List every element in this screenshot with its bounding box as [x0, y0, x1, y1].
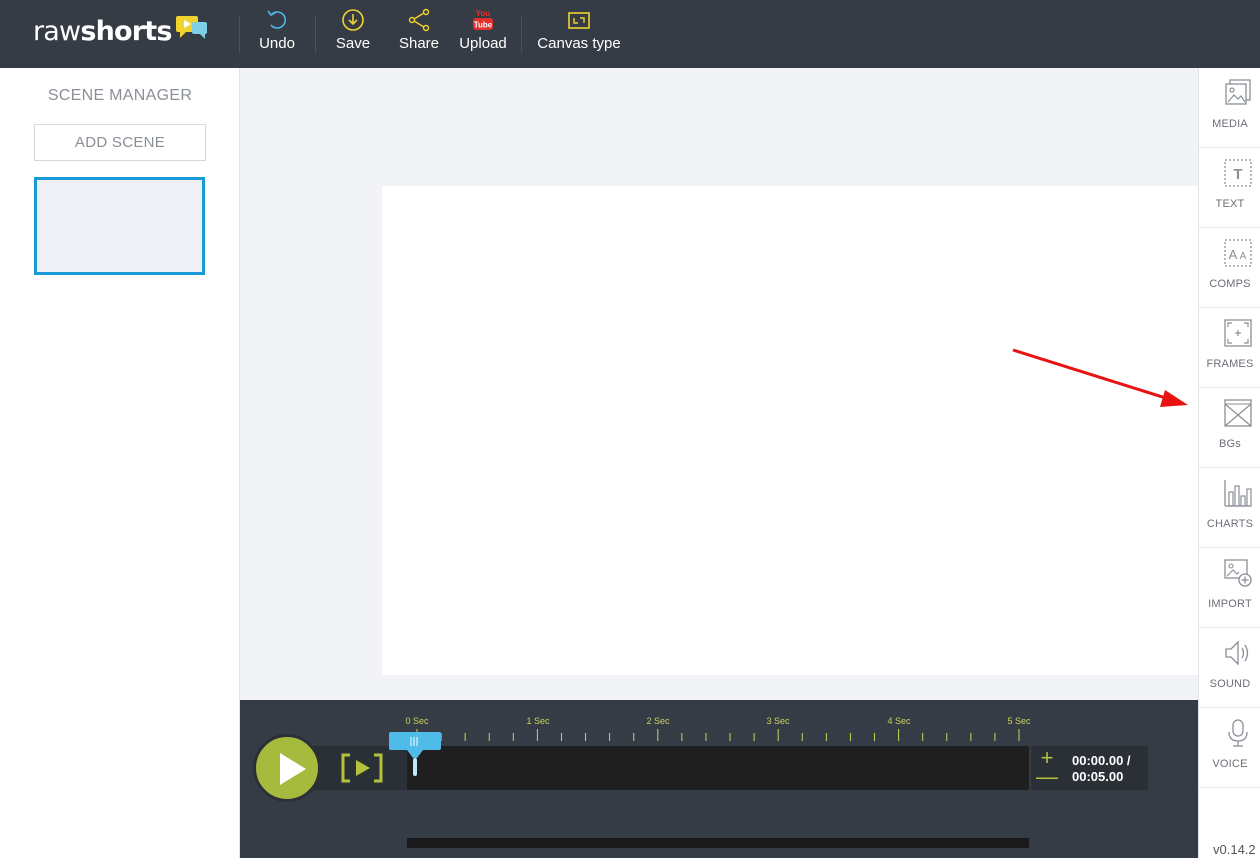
tool-label: VOICE — [1212, 758, 1248, 770]
scene-manager-panel: SCENE MANAGER ADD SCENE — [0, 68, 240, 858]
canvas-workspace — [240, 68, 1198, 700]
tool-label: TEXT — [1215, 198, 1245, 210]
rawshorts-logo[interactable]: rawshorts — [33, 13, 210, 49]
timeline-panel: 0 Sec 1 Sec 2 Sec 3 Sec 4 Sec 5 Sec + — … — [240, 700, 1198, 858]
play-icon — [280, 753, 306, 785]
ruler-ticks — [416, 729, 1020, 741]
tools-sidebar: MEDIA T TEXT A A COMPS FRAMES BGs CHARTS… — [1198, 68, 1260, 858]
playhead-handle-icon — [389, 732, 441, 776]
save-button[interactable]: Save — [334, 8, 372, 58]
save-download-icon — [342, 9, 364, 31]
charts-icon — [1224, 480, 1252, 507]
tool-sound[interactable]: SOUND — [1199, 628, 1260, 708]
tool-import[interactable]: IMPORT — [1199, 548, 1260, 628]
logo-text-main: raw — [33, 15, 81, 47]
voice-icon — [1228, 719, 1248, 747]
youtube-icon-text-top: You — [476, 9, 491, 18]
canvas-type-label: Canvas type — [537, 35, 621, 52]
current-time: 00:00.00 / — [1072, 753, 1131, 768]
toolbar-divider — [315, 15, 316, 53]
undo-icon — [267, 10, 286, 29]
toolbar-divider — [521, 15, 522, 53]
youtube-icon-text-bottom: Tube — [474, 21, 493, 30]
text-icon: T — [1224, 159, 1252, 187]
frames-icon — [1224, 319, 1252, 347]
total-time: 00:05.00 — [1072, 769, 1124, 784]
tool-label: COMPS — [1209, 278, 1251, 290]
tool-label: FRAMES — [1206, 358, 1254, 370]
top-toolbar: rawshorts Undo Save Share You Tube Uploa… — [0, 0, 1260, 68]
share-icon — [408, 8, 430, 32]
tool-label: BGs — [1219, 438, 1241, 450]
comps-icon: A A — [1224, 239, 1252, 267]
import-icon — [1224, 559, 1252, 587]
share-label: Share — [398, 35, 440, 52]
tool-media[interactable]: MEDIA — [1199, 68, 1260, 148]
tool-frames[interactable]: FRAMES — [1199, 308, 1260, 388]
annotation-red-arrow — [1012, 348, 1188, 407]
undo-button[interactable]: Undo — [254, 8, 300, 58]
backgrounds-icon — [1224, 399, 1252, 427]
media-icon — [1225, 79, 1251, 105]
logo-text: rawshorts — [33, 16, 172, 47]
zoom-controls: + — — [1031, 746, 1063, 790]
undo-label: Undo — [259, 35, 295, 52]
share-button[interactable]: Share — [397, 8, 441, 58]
tool-charts[interactable]: CHARTS — [1199, 468, 1260, 548]
tool-comps[interactable]: A A COMPS — [1199, 228, 1260, 308]
tool-label: IMPORT — [1208, 598, 1252, 610]
youtube-icon: You Tube — [473, 9, 493, 30]
zoom-out-button[interactable]: — — [1031, 766, 1063, 788]
upload-label: Upload — [459, 35, 507, 52]
toolbar-divider — [239, 15, 240, 53]
svg-text:T: T — [1233, 166, 1242, 183]
play-frame-icon — [341, 753, 383, 783]
timeline-track[interactable] — [407, 746, 1029, 790]
sound-icon — [1225, 640, 1249, 666]
play-button[interactable] — [253, 734, 321, 802]
logo-text-sub: shorts — [80, 15, 172, 47]
play-scene-button[interactable] — [340, 752, 384, 789]
tool-backgrounds[interactable]: BGs — [1199, 388, 1260, 468]
timeline-scrollbar[interactable] — [407, 838, 1029, 848]
tool-text[interactable]: T TEXT — [1199, 148, 1260, 228]
scene-thumbnail-selected[interactable] — [34, 177, 205, 275]
svg-text:A: A — [1229, 247, 1238, 262]
canvas-type-button[interactable]: Canvas type — [536, 8, 622, 58]
canvas-type-icon — [568, 12, 590, 29]
timeline-playhead[interactable] — [389, 732, 443, 783]
tool-label: MEDIA — [1212, 118, 1248, 130]
add-scene-button[interactable]: ADD SCENE — [34, 124, 206, 161]
tool-label: CHARTS — [1206, 518, 1254, 530]
scene-manager-title: SCENE MANAGER — [47, 87, 193, 104]
logo-speech-bubble-icon — [175, 16, 207, 39]
version-label: v0.14.2 — [1213, 842, 1256, 857]
svg-text:A: A — [1240, 251, 1247, 262]
tool-label: SOUND — [1209, 678, 1251, 690]
save-label: Save — [335, 35, 371, 52]
time-display: 00:00.00 / 00:05.00 — [1063, 746, 1148, 790]
upload-youtube-button[interactable]: You Tube Upload — [457, 8, 509, 58]
tool-voice[interactable]: VOICE — [1199, 708, 1260, 788]
timeline-ruler[interactable]: 0 Sec 1 Sec 2 Sec 3 Sec 4 Sec 5 Sec — [400, 714, 1040, 744]
